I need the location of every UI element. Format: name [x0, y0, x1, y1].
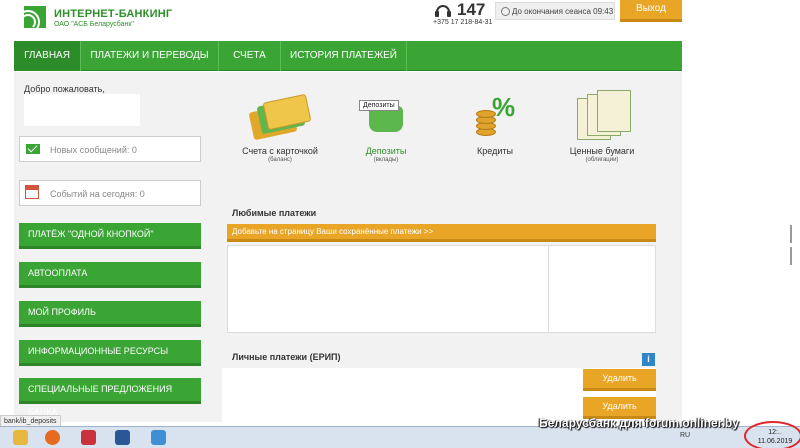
- taskbar-firefox[interactable]: [40, 428, 66, 447]
- product-card-accounts[interactable]: Счета с карточкой (баланс): [225, 90, 335, 163]
- deposits-tooltip: Депозиты: [359, 100, 399, 111]
- tab-payment-history[interactable]: ИСТОРИЯ ПЛАТЕЖЕЙ: [281, 41, 407, 71]
- taskbar-explorer[interactable]: [8, 428, 34, 447]
- product-card-deposits[interactable]: Депозиты Депозиты (вклады): [331, 90, 441, 163]
- welcome-text: Добро пожаловать,: [24, 84, 105, 94]
- events-box[interactable]: Событий на сегодня: 0: [19, 180, 201, 206]
- favorites-title: Любимые платежи: [232, 208, 317, 218]
- taskbar-app[interactable]: [76, 428, 102, 447]
- watermark: Беларусбанк для forum.onliner.by: [539, 416, 739, 430]
- messages-box[interactable]: Новых сообщений: 0: [19, 136, 201, 162]
- clock-icon: [501, 7, 510, 16]
- session-timer: До окончания сеанса 09:43: [495, 2, 615, 20]
- product-card-credits[interactable]: % Кредиты: [440, 90, 550, 156]
- envelope-icon: [26, 144, 40, 154]
- product-sublabel: (вклады): [373, 157, 399, 163]
- bank-logo-icon[interactable]: [16, 6, 46, 34]
- network-icon: [151, 430, 166, 445]
- events-count: Событий на сегодня: 0: [50, 189, 145, 199]
- product-label: Депозиты: [365, 146, 407, 156]
- page-edge-marks: [790, 225, 796, 265]
- product-label: Кредиты: [477, 146, 513, 156]
- one-click-payment-button[interactable]: ПЛАТЁЖ "ОДНОЙ КНОПКОЙ": [19, 223, 201, 249]
- word-icon: [115, 430, 130, 445]
- coins-percent-icon: %: [464, 90, 526, 142]
- erip-title: Личные платежи (ЕРИП): [232, 352, 341, 362]
- messages-count: Новых сообщений: 0: [50, 145, 137, 155]
- logout-button[interactable]: Выход: [620, 0, 682, 22]
- favorites-panel: [227, 245, 656, 333]
- firefox-icon: [45, 430, 60, 445]
- autopay-button[interactable]: АВТООПЛАТА: [19, 262, 201, 288]
- tab-payments-transfers[interactable]: ПЛАТЕЖИ И ПЕРЕВОДЫ: [81, 41, 219, 71]
- securities-papers-icon: [571, 90, 633, 142]
- product-label: Счета с карточкой: [242, 146, 318, 156]
- special-offers-button[interactable]: СПЕЦИАЛЬНЫЕ ПРЕДЛОЖЕНИЯ БАНКА: [19, 378, 201, 417]
- product-sublabel: (облигации): [585, 157, 619, 163]
- session-timer-text: До окончания сеанса 09:43: [512, 7, 614, 16]
- folder-icon: [13, 430, 28, 445]
- highlight-circle: [744, 421, 800, 448]
- wallet-icon: Депозиты: [355, 90, 417, 142]
- product-sublabel: (баланс): [268, 157, 292, 163]
- logo-title: ИНТЕРНЕТ-БАНКИНГ: [54, 8, 173, 20]
- tab-accounts[interactable]: СЧЕТА: [219, 41, 281, 71]
- user-name-field: [24, 94, 140, 126]
- header: ИНТЕРНЕТ-БАНКИНГ ОАО "АСБ Беларусбанк" 1…: [0, 0, 800, 40]
- calendar-icon: [25, 185, 39, 199]
- headset-icon: [435, 5, 451, 17]
- taskbar-network[interactable]: [146, 428, 172, 447]
- tab-main[interactable]: ГЛАВНАЯ: [14, 41, 81, 71]
- delete-button[interactable]: Удалить: [583, 369, 656, 391]
- taskbar-word[interactable]: [110, 428, 136, 447]
- long-phone-number: +375 17 218-84-31: [433, 19, 493, 26]
- my-profile-button[interactable]: МОЙ ПРОФИЛЬ: [19, 301, 201, 327]
- taskbar-language[interactable]: RU: [680, 432, 690, 439]
- product-label: Ценные бумаги: [569, 146, 635, 156]
- product-card-securities[interactable]: Ценные бумаги (облигации): [547, 90, 657, 163]
- main-nav: ГЛАВНАЯ ПЛАТЕЖИ И ПЕРЕВОДЫ СЧЕТА ИСТОРИЯ…: [14, 41, 682, 71]
- info-resources-button[interactable]: ИНФОРМАЦИОННЫЕ РЕСУРСЫ: [19, 340, 201, 366]
- logo-subtitle: ОАО "АСБ Беларусбанк": [54, 21, 134, 28]
- short-phone-number: 147: [457, 0, 486, 19]
- info-icon[interactable]: i: [642, 353, 655, 366]
- favorites-add-link[interactable]: Добавьте на страницу Ваши сохранённые пл…: [227, 224, 656, 242]
- favorites-divider: [548, 246, 549, 332]
- credit-cards-icon: [248, 90, 312, 142]
- app-icon: [81, 430, 96, 445]
